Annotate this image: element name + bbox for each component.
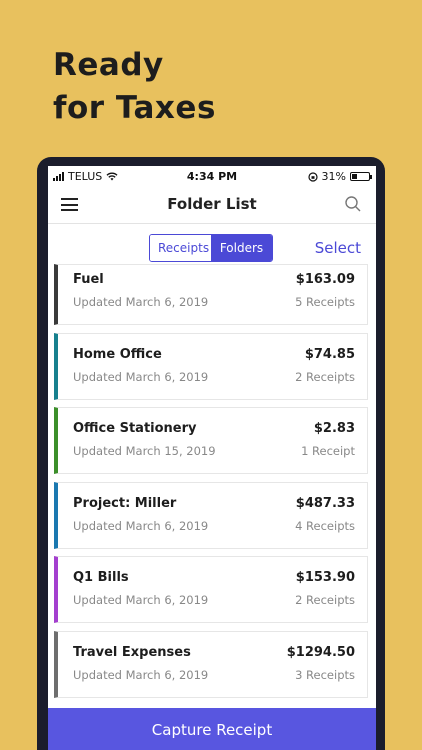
folder-receipt-count: 4 Receipts [295,518,355,533]
folder-updated: Updated March 6, 2019 [73,295,209,309]
folder-amount: $487.33 [295,495,355,511]
folder-updated: Updated March 6, 2019 [73,593,209,607]
folder-name: Home Office [73,346,162,362]
folder-receipt-count: 5 Receipts [295,295,355,309]
select-button[interactable]: Select [315,239,361,257]
folder-updated: Updated March 6, 2019 [73,518,209,533]
folder-name: Project: Miller [73,495,177,511]
status-bar: TELUS 4:34 PM 31% [48,166,376,186]
battery-percent: 31% [321,170,346,183]
folder-name: Travel Expenses [73,644,191,660]
page-title: Folder List [167,195,257,213]
headline-line-2: for Taxes [53,90,216,126]
folder-amount: $153.90 [295,570,355,585]
folder-updated: Updated March 15, 2019 [73,444,216,458]
capture-receipt-button[interactable]: Capture Receipt [48,708,376,750]
view-toggle: Receipts Folders [149,234,273,262]
folder-name: Q1 Bills [73,570,129,585]
headline: Ready for Taxes [53,44,216,130]
folder-card[interactable]: Travel Expenses Updated March 6, 2019 $1… [54,630,368,698]
folder-updated: Updated March 6, 2019 [73,667,209,682]
folder-card[interactable]: Office Stationery Updated March 15, 2019… [54,407,368,474]
folder-receipt-count: 2 Receipts [295,593,355,607]
battery-icon [350,172,372,181]
headline-line-1: Ready [53,47,164,83]
folder-amount: $163.09 [295,272,355,287]
folder-receipt-count: 3 Receipts [295,667,355,682]
folder-amount: $2.83 [313,421,355,436]
folder-card[interactable]: Fuel Updated March 6, 2019 $163.09 5 Rec… [54,264,368,325]
folder-name: Fuel [73,272,104,287]
folder-receipt-count: 1 Receipt [301,444,355,458]
rotation-lock-icon [307,171,318,182]
tab-folders[interactable]: Folders [211,235,272,261]
folder-amount: $1294.50 [286,644,355,660]
folder-amount: $74.85 [304,346,355,362]
folder-card[interactable]: Q1 Bills Updated March 6, 2019 $153.90 2… [54,556,368,623]
phone-screen: TELUS 4:34 PM 31% Folder List Receipts F [48,166,376,750]
search-icon[interactable] [344,195,362,213]
folder-updated: Updated March 6, 2019 [73,369,209,384]
folder-receipt-count: 2 Receipts [295,369,355,384]
folder-name: Office Stationery [73,421,197,436]
folder-card[interactable]: Project: Miller Updated March 6, 2019 $4… [54,481,368,549]
tab-receipts[interactable]: Receipts [150,235,211,261]
folder-card[interactable]: Home Office Updated March 6, 2019 $74.85… [54,332,368,400]
folder-list: Fuel Updated March 6, 2019 $163.09 5 Rec… [54,264,368,705]
nav-bar: Folder List [48,186,376,224]
